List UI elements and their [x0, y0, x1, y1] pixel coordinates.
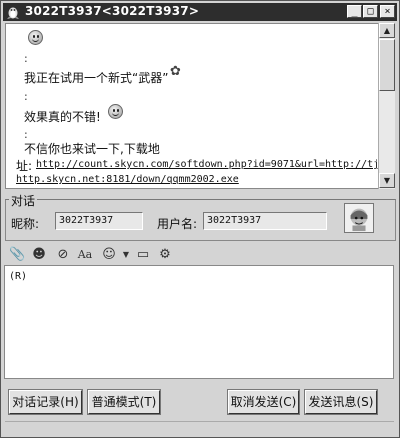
status-bar [5, 421, 394, 434]
message-input[interactable]: (R) [4, 265, 394, 379]
message-history[interactable]: : 我正在试用一个新式“武器” ✿ : 效果真的不错! : 不信你也来试一下,下… [5, 23, 379, 189]
dropdown-icon[interactable]: ▼ [118, 247, 134, 263]
block-icon[interactable]: ⊘ [55, 247, 71, 263]
message-text: 我正在试用一个新式“武器” [24, 71, 169, 85]
mask-icon[interactable]: ☻ [31, 247, 47, 263]
window-title: 3022T3937<3022T3937> [25, 4, 200, 18]
dialog-group-label: 对话 [9, 192, 38, 209]
avatar[interactable] [344, 203, 374, 233]
message-text: 不信你也来试一下,下载地 [24, 142, 160, 156]
nickname-field[interactable]: 3022T3937 [55, 212, 143, 230]
cancel-send-button[interactable]: 取消发送(C) [227, 389, 300, 415]
message-separator: : [24, 52, 28, 65]
history-scrollbar[interactable]: ▲ ▼ [378, 23, 395, 189]
username-label: 用户名: [157, 217, 198, 231]
rose-emoticon-icon: ✿ [170, 64, 181, 79]
scroll-down-icon[interactable]: ▼ [379, 173, 395, 188]
download-link[interactable]: http://count.skycn.com/softdown.php?id=9… [36, 159, 378, 170]
scroll-up-icon[interactable]: ▲ [379, 23, 395, 38]
history-button[interactable]: 对话记录(H) [8, 389, 83, 415]
wink-emoticon-icon [108, 104, 123, 119]
maximize-button[interactable]: □ [363, 5, 378, 18]
username-field[interactable]: 3022T3937 [203, 212, 327, 230]
paperclip-icon[interactable]: 📎 [9, 247, 25, 263]
font-icon[interactable]: Aa [77, 247, 93, 263]
nickname-label: 昵称: [11, 217, 40, 231]
send-button[interactable]: 发送讯息(S) [304, 389, 378, 415]
format-toolbar: 📎 ☻ ⊘ Aa ☺ ▼ ▭ ⚙ [5, 245, 394, 265]
penguin-app-icon [7, 7, 19, 19]
settings-icon[interactable]: ⚙ [157, 247, 173, 263]
close-button[interactable]: × [380, 5, 395, 18]
card-icon[interactable]: ▭ [135, 247, 151, 263]
smiley-icon[interactable]: ☺ [101, 247, 117, 263]
link-prefix: 址: [16, 159, 33, 173]
chat-window: 3022T3937<3022T3937> _ □ × : 我正在试用一个新式“武… [0, 0, 400, 438]
message-separator: : [24, 90, 28, 103]
download-link[interactable]: http.skycn.net:8181/down/qqmm2002.exe [16, 174, 239, 185]
title-bar[interactable]: 3022T3937<3022T3937> _ □ × [3, 3, 397, 21]
mode-button[interactable]: 普通模式(T) [87, 389, 161, 415]
smile-emoticon-icon [28, 30, 43, 45]
message-text: 效果真的不错! [24, 110, 101, 124]
scroll-thumb[interactable] [379, 39, 395, 91]
minimize-button[interactable]: _ [347, 5, 362, 18]
